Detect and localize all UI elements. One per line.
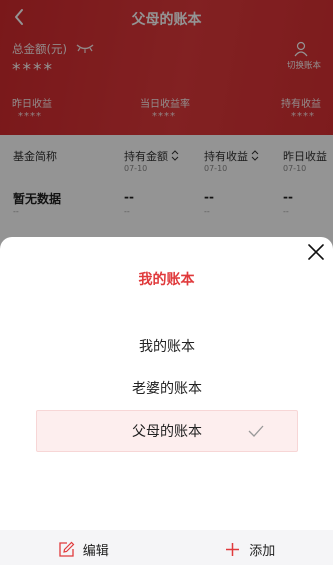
ledger-option-mine[interactable]: 我的账本 (36, 325, 298, 367)
ledger-picker-sheet: 我的账本 我的账本 老婆的账本 父母的账本 编辑 添加 (0, 237, 333, 565)
edit-label: 编辑 (82, 544, 109, 559)
edit-button[interactable]: 编辑 (0, 530, 167, 565)
add-label: 添加 (249, 544, 276, 559)
checkmark-icon (248, 425, 264, 437)
ledger-option-label: 父母的账本 (132, 424, 202, 440)
ledger-option-wife[interactable]: 老婆的账本 (36, 367, 298, 409)
edit-icon (59, 541, 75, 557)
ledger-option-parents[interactable]: 父母的账本 (36, 410, 298, 452)
close-icon[interactable] (307, 243, 325, 261)
add-button[interactable]: 添加 (167, 530, 333, 565)
sheet-footer: 编辑 添加 (0, 530, 333, 565)
ledger-option-label: 老婆的账本 (132, 381, 202, 397)
plus-icon (226, 543, 240, 556)
ledger-option-label: 我的账本 (139, 339, 195, 355)
sheet-title: 我的账本 (138, 272, 195, 288)
